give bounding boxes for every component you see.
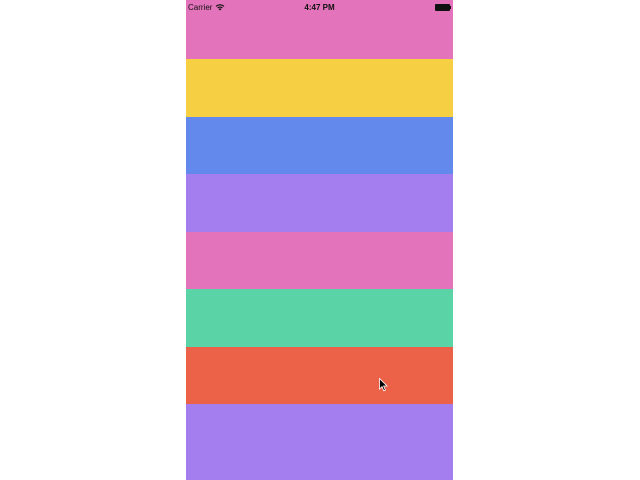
simulator-screen: Carrier 4:47 PM	[186, 0, 453, 480]
color-row[interactable]	[186, 347, 453, 404]
mouse-pointer-icon	[379, 378, 388, 392]
battery-full-icon	[435, 4, 451, 11]
clock-time: 4:47 PM	[304, 3, 335, 12]
color-row-list[interactable]	[186, 0, 453, 480]
color-row[interactable]	[186, 117, 453, 174]
color-row[interactable]	[186, 289, 453, 347]
color-row[interactable]	[186, 232, 453, 289]
color-row[interactable]	[186, 404, 453, 480]
color-row[interactable]	[186, 174, 453, 232]
status-bar: Carrier 4:47 PM	[186, 0, 453, 16]
color-row[interactable]	[186, 59, 453, 117]
screen: Carrier 4:47 PM	[0, 0, 640, 480]
